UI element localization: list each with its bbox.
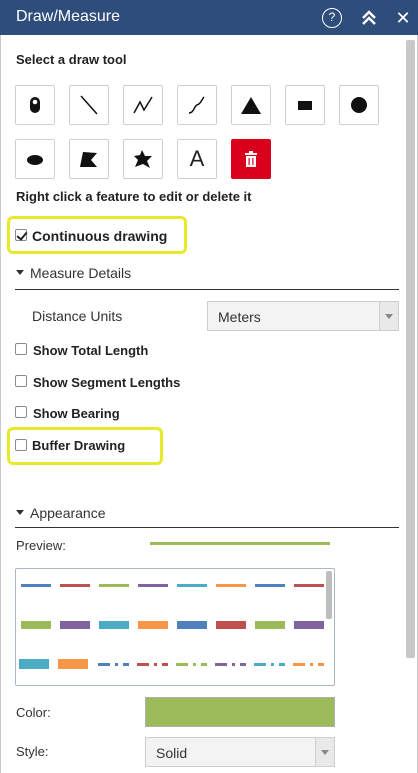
draw-tool-heading: Select a draw tool xyxy=(16,52,127,67)
line-style-swatch[interactable] xyxy=(138,584,168,587)
circle-icon xyxy=(347,93,371,117)
polygon-icon xyxy=(77,147,101,171)
circle-tool-button[interactable] xyxy=(339,85,379,125)
freehand-line-tool-button[interactable] xyxy=(177,85,217,125)
line-style-swatch[interactable] xyxy=(216,584,246,587)
buffer-drawing-checkbox[interactable] xyxy=(15,439,27,451)
line-style-swatch[interactable] xyxy=(310,663,313,666)
distance-units-select[interactable]: Meters xyxy=(207,301,399,331)
palette-scrollbar[interactable] xyxy=(326,571,332,619)
line-style-swatch[interactable] xyxy=(271,663,274,666)
polyline-tool-button[interactable] xyxy=(123,85,163,125)
distance-units-label: Distance Units xyxy=(32,308,123,324)
close-icon[interactable]: ✕ xyxy=(393,8,413,28)
show-total-length-label[interactable]: Show Total Length xyxy=(33,343,148,358)
line-style-swatch[interactable] xyxy=(154,663,157,666)
ellipse-tool-button[interactable] xyxy=(15,139,55,179)
chevron-down-icon[interactable] xyxy=(315,738,334,766)
line-style-swatch[interactable] xyxy=(115,663,118,666)
polygon-tool-button[interactable] xyxy=(69,139,109,179)
line-style-swatch[interactable] xyxy=(19,659,49,669)
line-style-swatch[interactable] xyxy=(201,663,207,666)
distance-units-value: Meters xyxy=(218,309,261,325)
line-style-swatch[interactable] xyxy=(294,584,324,587)
line-style-swatch[interactable] xyxy=(279,663,285,666)
continuous-drawing-checkbox[interactable] xyxy=(15,229,27,241)
line-style-swatch[interactable] xyxy=(99,584,129,587)
line-tool-button[interactable] xyxy=(69,85,109,125)
caret-down-icon[interactable] xyxy=(16,510,24,515)
line-style-swatch[interactable] xyxy=(216,621,246,629)
line-style-swatch[interactable] xyxy=(177,584,207,587)
line-style-swatch[interactable] xyxy=(232,663,235,666)
panel-title: Draw/Measure xyxy=(16,8,121,25)
line-style-swatch[interactable] xyxy=(255,621,285,629)
show-bearing-checkbox[interactable] xyxy=(15,406,27,418)
appearance-toggle[interactable]: Appearance xyxy=(30,505,106,521)
panel-scrollbar[interactable] xyxy=(406,40,415,770)
line-style-swatch[interactable] xyxy=(138,621,168,629)
line-style-swatch[interactable] xyxy=(99,621,129,629)
line-style-swatch[interactable] xyxy=(123,663,129,666)
line-style-swatch[interactable] xyxy=(98,663,110,666)
line-style-swatch[interactable] xyxy=(58,659,88,669)
preview-label: Preview: xyxy=(16,538,66,553)
triangle-tool-button[interactable] xyxy=(231,85,271,125)
line-style-swatch[interactable] xyxy=(215,663,227,666)
continuous-drawing-label[interactable]: Continuous drawing xyxy=(32,228,167,244)
style-value: Solid xyxy=(156,745,188,761)
divider xyxy=(15,289,399,290)
ellipse-icon xyxy=(23,147,47,171)
show-segment-lengths-label[interactable]: Show Segment Lengths xyxy=(33,375,180,390)
double-chevron-up-icon[interactable] xyxy=(359,8,379,28)
line-style-swatch[interactable] xyxy=(177,621,207,629)
line-style-swatch[interactable] xyxy=(294,621,324,629)
text-tool-button[interactable]: A xyxy=(177,139,217,179)
line-style-swatch[interactable] xyxy=(21,621,51,629)
buffer-drawing-label[interactable]: Buffer Drawing xyxy=(32,438,125,453)
caret-down-icon[interactable] xyxy=(16,270,24,275)
show-bearing-label[interactable]: Show Bearing xyxy=(33,406,120,421)
line-style-swatch[interactable] xyxy=(255,584,285,587)
help-icon[interactable]: ? xyxy=(322,8,342,28)
preview-line xyxy=(150,542,330,545)
line-style-swatch[interactable] xyxy=(162,663,168,666)
line-style-swatch[interactable] xyxy=(240,663,246,666)
show-total-length-checkbox[interactable] xyxy=(15,343,27,355)
rectangle-icon xyxy=(293,93,317,117)
line-style-palette[interactable] xyxy=(15,568,335,686)
divider xyxy=(15,527,399,528)
text-icon: A xyxy=(189,146,205,171)
trash-icon xyxy=(241,149,261,169)
point-marker-icon xyxy=(25,94,45,116)
delete-tool-button[interactable] xyxy=(231,139,271,179)
panel-header: Draw/Measure ? ✕ xyxy=(0,0,418,35)
polyline-icon xyxy=(131,93,155,117)
style-select[interactable]: Solid xyxy=(145,737,335,767)
rectangle-tool-button[interactable] xyxy=(285,85,325,125)
line-style-swatch[interactable] xyxy=(254,663,266,666)
measure-details-toggle[interactable]: Measure Details xyxy=(30,265,131,281)
color-label: Color: xyxy=(16,705,51,720)
line-style-swatch[interactable] xyxy=(60,584,90,587)
line-style-swatch[interactable] xyxy=(193,663,196,666)
line-style-swatch[interactable] xyxy=(137,663,149,666)
line-style-swatch[interactable] xyxy=(176,663,188,666)
chevron-down-icon[interactable] xyxy=(379,302,398,330)
line-icon xyxy=(77,93,101,117)
edit-hint-text: Right click a feature to edit or delete … xyxy=(16,189,252,204)
line-style-swatch[interactable] xyxy=(60,621,90,629)
scrollbar-thumb[interactable] xyxy=(406,40,415,658)
show-segment-lengths-checkbox[interactable] xyxy=(15,375,27,387)
triangle-icon xyxy=(239,93,263,117)
freehand-polygon-icon xyxy=(131,147,155,171)
point-tool-button[interactable] xyxy=(15,85,55,125)
color-swatch[interactable] xyxy=(145,697,335,727)
line-style-swatch[interactable] xyxy=(318,663,324,666)
freehand-line-icon xyxy=(185,93,209,117)
freehand-polygon-tool-button[interactable] xyxy=(123,139,163,179)
line-style-swatch[interactable] xyxy=(293,663,305,666)
style-label: Style: xyxy=(16,744,49,759)
line-style-swatch[interactable] xyxy=(21,584,51,587)
